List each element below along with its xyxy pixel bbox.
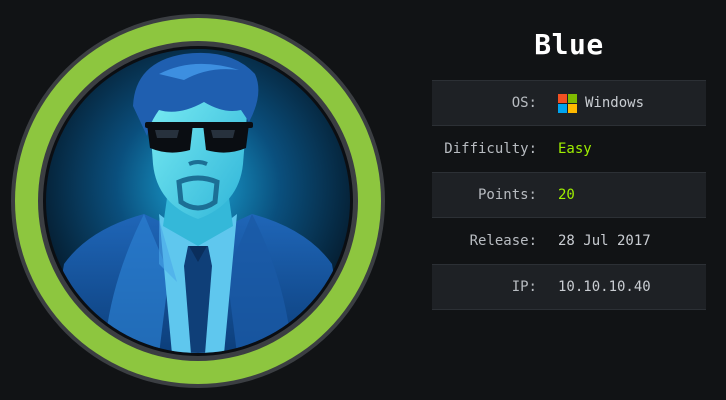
info-row-ip: IP: 10.10.10.40 — [432, 264, 706, 310]
machine-info-table: OS: Windows Difficulty: Easy Points: 20 … — [432, 80, 706, 310]
points-label: Points: — [477, 187, 537, 203]
ip-value: 10.10.10.40 — [558, 279, 651, 295]
difficulty-label: Difficulty: — [444, 141, 537, 157]
ip-label: IP: — [511, 279, 537, 295]
info-row-os: OS: Windows — [432, 80, 706, 126]
info-row-points: Points: 20 — [432, 172, 706, 218]
release-value: 28 Jul 2017 — [558, 233, 651, 249]
os-value: Windows — [558, 93, 645, 113]
info-row-release: Release: 28 Jul 2017 — [432, 218, 706, 264]
difficulty-value: Easy — [558, 141, 592, 157]
os-name: Windows — [585, 95, 645, 111]
points-value: 20 — [558, 187, 575, 203]
release-label: Release: — [469, 233, 537, 249]
machine-avatar — [9, 14, 387, 388]
machine-name: Blue — [534, 28, 604, 61]
info-row-difficulty: Difficulty: Easy — [432, 126, 706, 172]
os-label: OS: — [511, 95, 537, 111]
windows-logo-icon — [558, 93, 577, 113]
agent-avatar-icon — [11, 14, 385, 388]
